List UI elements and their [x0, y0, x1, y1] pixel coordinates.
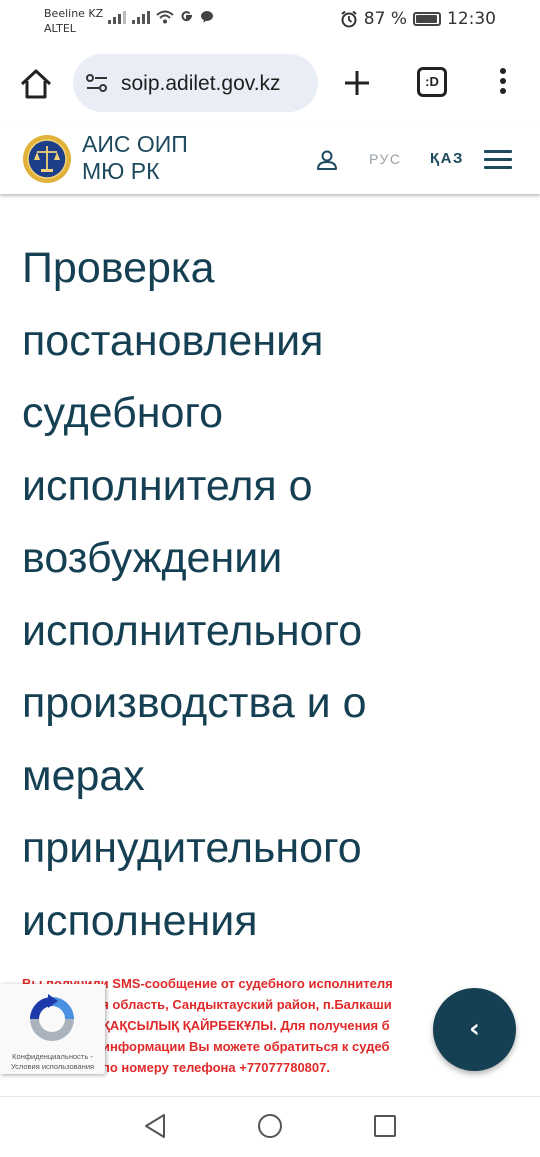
page-title: Проверка постановления судебного исполни…	[22, 232, 502, 957]
page-title-line: возбуждении	[22, 534, 283, 582]
hamburger-menu-icon[interactable]	[484, 150, 512, 170]
carrier-name-2: ALTEL	[44, 22, 76, 35]
status-right: 87 % 12:30	[340, 9, 496, 29]
battery-percent: 87 %	[363, 9, 407, 29]
new-tab-icon[interactable]	[340, 66, 374, 100]
carrier-info: Beeline KZ ALTEL	[44, 6, 103, 36]
chat-icon	[201, 11, 213, 23]
page-title-line: производства и о	[22, 679, 367, 727]
lang-ru-link[interactable]: РУС	[369, 151, 402, 167]
system-nav-bar	[0, 1096, 540, 1157]
recaptcha-privacy-link[interactable]: Конфиденциальность -	[2, 1052, 103, 1062]
back-triangle-icon[interactable]	[142, 1112, 168, 1140]
lang-kz-link[interactable]: ҚАЗ	[430, 150, 464, 167]
home-icon[interactable]	[18, 66, 54, 102]
chevron-left-icon: ‹	[469, 1014, 480, 1044]
site-title-line: АИС ОИП	[82, 131, 188, 157]
home-circle-icon[interactable]	[258, 1114, 282, 1138]
site-title-line: МЮ РК	[82, 158, 160, 184]
emblem-logo[interactable]	[22, 134, 72, 184]
page-title-line: исполнения	[22, 896, 258, 945]
site-header: АИС ОИП МЮ РК РУС ҚАЗ	[0, 124, 540, 194]
alarm-icon	[341, 10, 357, 28]
wifi-icon	[156, 10, 174, 24]
page-title-line: постановления	[22, 316, 324, 365]
page-title-line: принудительного	[22, 824, 362, 872]
site-settings-icon[interactable]	[85, 72, 109, 94]
browser-toolbar: soip.adilet.gov.kz :D	[0, 44, 540, 124]
recent-apps-icon[interactable]	[374, 1115, 396, 1137]
carrier-name: Beeline KZ	[44, 7, 104, 20]
site-title[interactable]: АИС ОИП МЮ РК	[82, 131, 188, 185]
url-text[interactable]: soip.adilet.gov.kz	[121, 72, 281, 96]
recaptcha-icon	[30, 994, 74, 1041]
page-title-line: исполнителя о	[22, 461, 313, 510]
user-icon[interactable]	[316, 149, 338, 171]
battery-icon	[413, 12, 441, 26]
page-title-line: исполнительного	[22, 606, 363, 655]
status-icons	[108, 10, 214, 24]
google-icon	[181, 11, 192, 22]
page-title-line: Проверка	[22, 244, 215, 292]
page-title-line: мерах	[22, 751, 145, 800]
address-bar[interactable]: soip.adilet.gov.kz	[73, 54, 318, 112]
status-bar: Beeline KZ ALTEL 87 % 12:30	[0, 0, 540, 44]
recaptcha-terms-link[interactable]: Условия использования	[2, 1062, 103, 1072]
more-menu-icon[interactable]	[495, 68, 511, 100]
recaptcha-terms[interactable]: Конфиденциальность - Условия использован…	[2, 1052, 103, 1071]
back-fab-button[interactable]: ‹	[433, 988, 516, 1071]
recaptcha-badge[interactable]: Конфиденциальность - Условия использован…	[0, 984, 105, 1074]
signal-icon-2	[132, 10, 150, 24]
page-title-line: судебного	[22, 389, 224, 437]
clock: 12:30	[447, 9, 496, 29]
signal-icon	[108, 10, 126, 24]
tab-switcher-button[interactable]: :D	[417, 67, 447, 97]
